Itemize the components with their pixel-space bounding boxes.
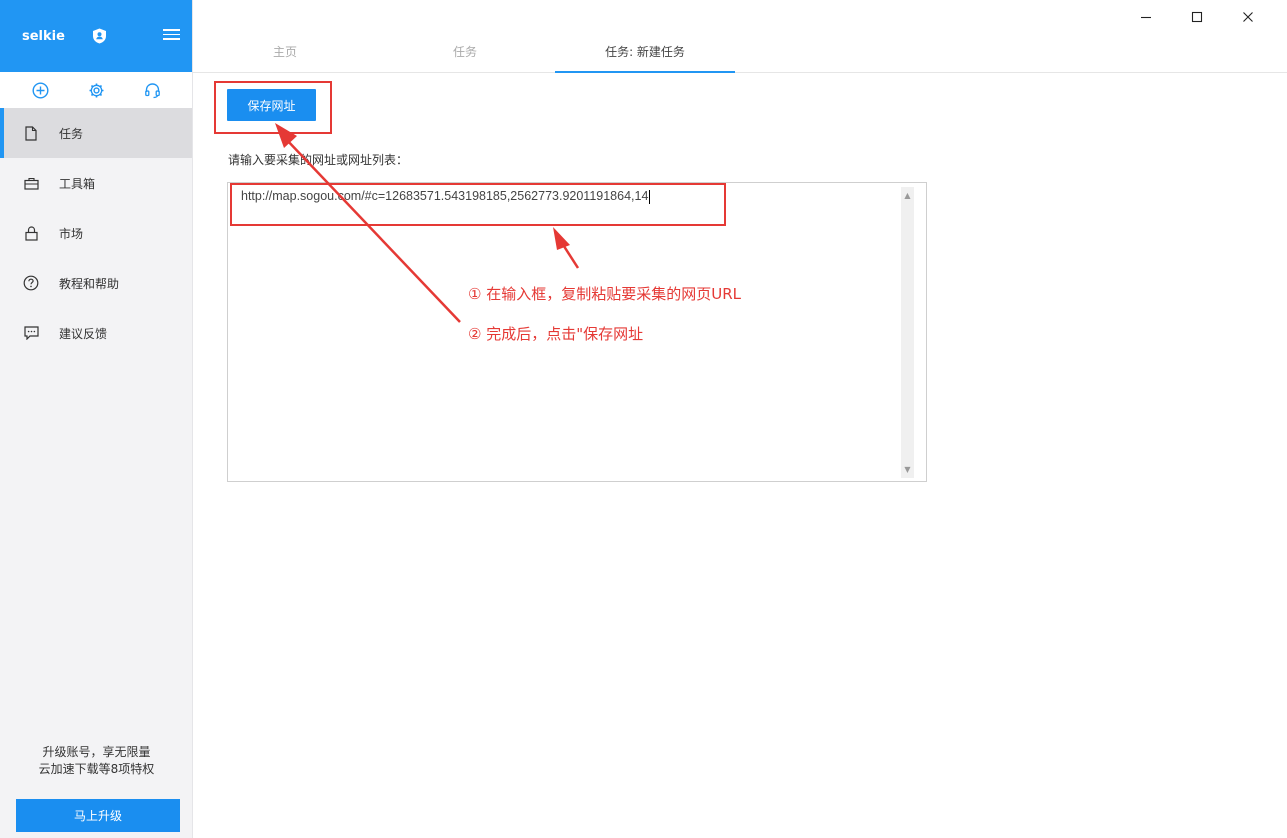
scroll-down-icon[interactable]: ▼ [901, 463, 914, 476]
feedback-icon [23, 325, 39, 341]
tab-bar: 主页 任务 任务: 新建任务 [193, 36, 1287, 73]
app-name: selkie [22, 29, 65, 44]
sidebar-item-help[interactable]: 教程和帮助 [0, 258, 192, 308]
upgrade-promo: 升级账号，享无限量 云加速下载等8项特权 [0, 744, 193, 778]
promo-line: 升级账号，享无限量 [0, 744, 193, 761]
document-icon [23, 125, 39, 141]
highlight-save-button [214, 81, 332, 134]
maximize-icon[interactable] [1171, 6, 1222, 28]
sidebar-item-label: 建议反馈 [59, 325, 107, 342]
promo-line: 云加速下载等8项特权 [0, 761, 193, 778]
window-controls [1120, 6, 1273, 28]
hamburger-menu-icon[interactable] [163, 29, 180, 42]
headset-icon[interactable] [142, 80, 162, 100]
textarea-scrollbar[interactable]: ▲ ▼ [901, 187, 914, 478]
sidebar-item-label: 教程和帮助 [59, 275, 119, 292]
sidebar: selkie 任务 [0, 0, 193, 838]
scroll-up-icon[interactable]: ▲ [901, 189, 914, 202]
sidebar-item-label: 市场 [59, 225, 83, 242]
highlight-url-input [230, 183, 726, 226]
sidebar-item-feedback[interactable]: 建议反馈 [0, 308, 192, 358]
sidebar-item-toolbox[interactable]: 工具箱 [0, 158, 192, 208]
gear-icon[interactable] [86, 80, 106, 100]
tab-tasks[interactable]: 任务 [375, 36, 555, 72]
shield-user-icon [92, 28, 107, 44]
close-icon[interactable] [1222, 6, 1273, 28]
sidebar-item-tasks[interactable]: 任务 [0, 108, 192, 158]
add-icon[interactable] [30, 80, 50, 100]
brand-header: selkie [0, 0, 192, 72]
lock-icon [23, 225, 39, 241]
sidebar-item-label: 任务 [59, 125, 83, 142]
tab-home[interactable]: 主页 [195, 36, 375, 72]
annotation-step-2: ② 完成后，点击"保存网址 [468, 323, 643, 344]
tab-new-task[interactable]: 任务: 新建任务 [555, 36, 735, 73]
upgrade-button[interactable]: 马上升级 [16, 799, 180, 832]
app-window: selkie 任务 [0, 0, 1287, 838]
help-icon [23, 275, 39, 291]
sidebar-item-label: 工具箱 [59, 175, 95, 192]
sidebar-item-market[interactable]: 市场 [0, 208, 192, 258]
toolbox-icon [23, 175, 39, 191]
minimize-icon[interactable] [1120, 6, 1171, 28]
quick-actions [0, 72, 192, 108]
annotation-step-1: ① 在输入框，复制粘贴要采集的网页URL [468, 283, 741, 304]
url-prompt-label: 请输入要采集的网址或网址列表： [228, 151, 408, 168]
